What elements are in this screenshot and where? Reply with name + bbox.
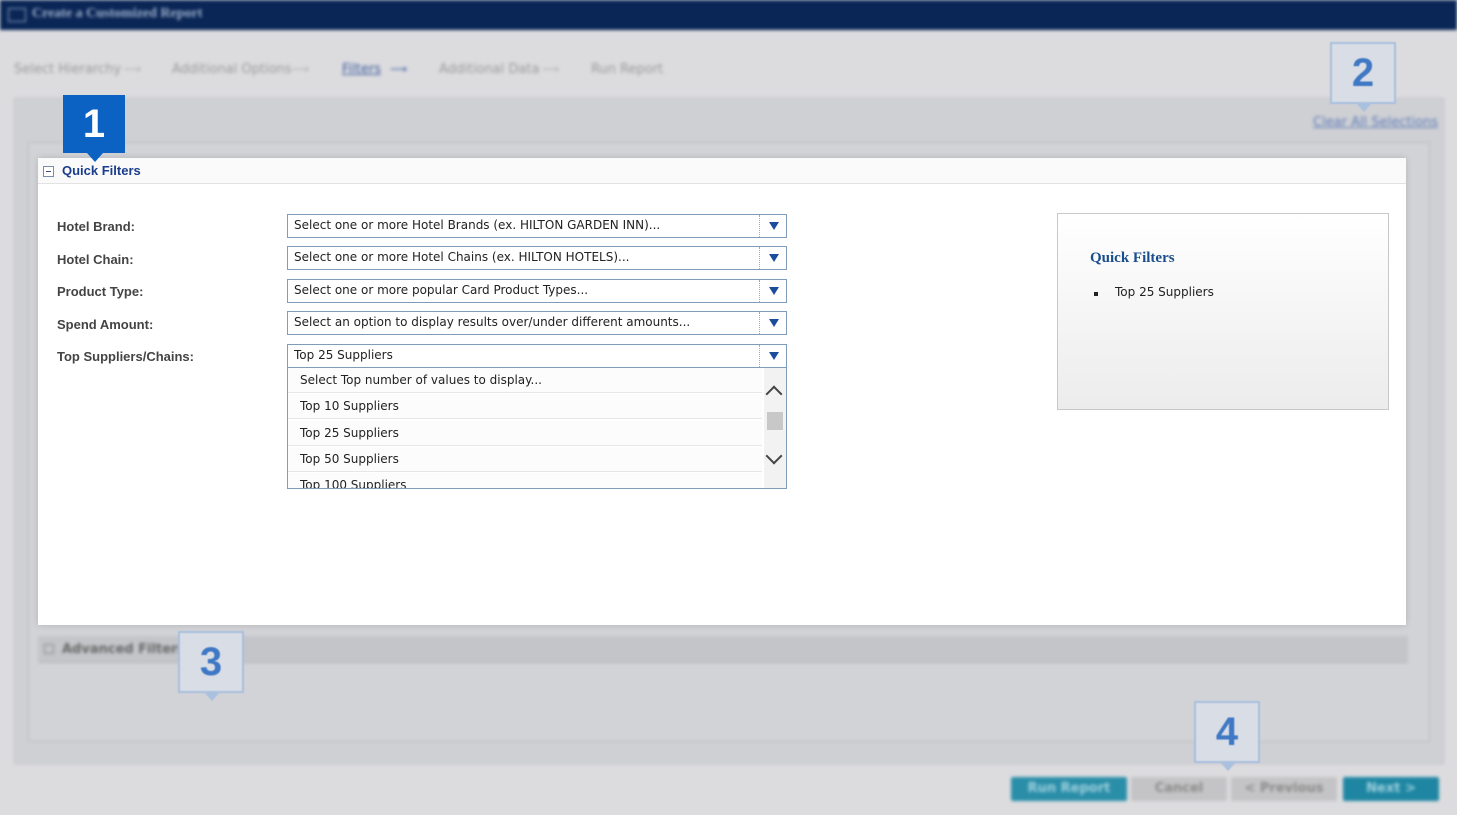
dropdown-option[interactable]: Top 25 Suppliers [288, 421, 762, 446]
dropdown-option[interactable]: Top 100 Suppliers [288, 473, 762, 488]
quick-filters-title: Quick Filters [62, 163, 141, 178]
dropdown-arrow-icon[interactable] [759, 312, 786, 334]
top-suppliers-dropdown-list: Select Top number of values to display..… [287, 368, 787, 489]
hotel-chain-value: Select one or more Hotel Chains (ex. HIL… [294, 250, 630, 264]
hotel-brand-value: Select one or more Hotel Brands (ex. HIL… [294, 218, 661, 232]
product-type-label: Product Type: [57, 284, 144, 299]
scroll-thumb[interactable] [767, 412, 783, 430]
bullet-icon [1094, 292, 1098, 296]
step-arrow-icon: ⟶ [292, 62, 310, 76]
spend-amount-label: Spend Amount: [57, 317, 154, 332]
top-suppliers-value: Top 25 Suppliers [294, 348, 393, 362]
top-suppliers-select[interactable]: Top 25 Suppliers [287, 344, 787, 368]
dropdown-arrow-icon[interactable] [759, 345, 786, 367]
hotel-chain-select[interactable]: Select one or more Hotel Chains (ex. HIL… [287, 246, 787, 270]
quick-filters-summary-box: Quick Filters Top 25 Suppliers [1057, 213, 1389, 410]
dropdown-arrow-icon[interactable] [759, 215, 786, 237]
callout-marker-2: 2 [1330, 42, 1396, 112]
callout-marker-3: 3 [178, 631, 244, 701]
step-arrow-icon: ⟶ [390, 62, 408, 76]
window-title: Create a Customized Report [32, 6, 203, 21]
hotel-brand-label: Hotel Brand: [57, 219, 135, 234]
step-select-hierarchy[interactable]: Select Hierarchy [14, 62, 121, 77]
clear-all-selections-link[interactable]: Clear All Selections [1313, 115, 1438, 130]
quick-filters-header[interactable]: Quick Filters [38, 158, 1406, 184]
step-filters[interactable]: Filters [342, 62, 381, 77]
step-additional-data[interactable]: Additional Data [439, 62, 539, 77]
report-icon [8, 8, 26, 22]
dropdown-option[interactable]: Top 10 Suppliers [288, 394, 762, 419]
hotel-brand-select[interactable]: Select one or more Hotel Brands (ex. HIL… [287, 214, 787, 238]
step-run-report[interactable]: Run Report [591, 62, 663, 77]
summary-item: Top 25 Suppliers [1115, 285, 1214, 299]
spend-amount-select[interactable]: Select an option to display results over… [287, 311, 787, 335]
top-suppliers-label: Top Suppliers/Chains: [57, 349, 194, 364]
callout-marker-4: 4 [1194, 701, 1260, 771]
dropdown-option[interactable]: Select Top number of values to display..… [288, 368, 762, 393]
run-report-button[interactable]: Run Report [1011, 777, 1127, 801]
dropdown-arrow-icon[interactable] [759, 280, 786, 302]
spend-amount-value: Select an option to display results over… [294, 315, 691, 329]
callout-marker-1: 1 [63, 95, 125, 162]
dropdown-option[interactable]: Top 50 Suppliers [288, 447, 762, 472]
summary-title: Quick Filters [1090, 250, 1175, 266]
dropdown-scrollbar[interactable] [764, 368, 786, 488]
product-type-value: Select one or more popular Card Product … [294, 283, 589, 297]
collapse-icon[interactable] [43, 166, 54, 177]
scroll-down-icon[interactable] [765, 447, 783, 465]
expand-icon[interactable] [44, 644, 54, 654]
advanced-filters-title: Advanced Filters [62, 642, 186, 657]
dropdown-arrow-icon[interactable] [759, 247, 786, 269]
step-arrow-icon: ⟶ [124, 62, 142, 76]
step-additional-options[interactable]: Additional Options [172, 62, 292, 77]
step-arrow-icon: ⟶ [542, 62, 560, 76]
window-titlebar: Create a Customized Report [0, 0, 1457, 30]
cancel-button[interactable]: Cancel [1131, 777, 1227, 801]
previous-button[interactable]: < Previous [1231, 777, 1337, 801]
scroll-up-icon[interactable] [765, 385, 783, 403]
quick-filters-section: Quick Filters Hotel Brand: Select one or… [38, 158, 1406, 625]
hotel-chain-label: Hotel Chain: [57, 252, 134, 267]
next-button[interactable]: Next > [1343, 777, 1439, 801]
product-type-select[interactable]: Select one or more popular Card Product … [287, 279, 787, 303]
